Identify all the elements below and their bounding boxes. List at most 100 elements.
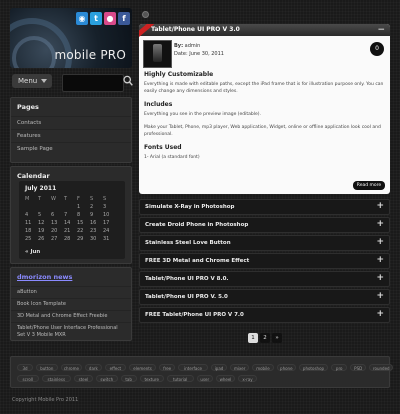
twitter-icon[interactable]: t xyxy=(90,12,102,25)
tag-link[interactable]: photoshop xyxy=(298,364,329,371)
tag-link[interactable]: mixer xyxy=(230,364,250,371)
tag-link[interactable]: wheel xyxy=(216,375,235,382)
accordion-item[interactable]: Stainless Steel Love Button + xyxy=(139,235,390,251)
page-2-button[interactable]: 2 xyxy=(260,333,270,343)
sidebar-item-contacts[interactable]: Contacts xyxy=(11,116,131,129)
expand-plus-icon[interactable]: + xyxy=(376,219,384,229)
tag-link[interactable]: ipad xyxy=(210,364,228,371)
expand-plus-icon[interactable]: + xyxy=(376,237,384,247)
tag-link[interactable]: scroll xyxy=(17,375,39,382)
calendar-day xyxy=(51,203,64,211)
search-icon[interactable] xyxy=(123,75,133,87)
accordion-title[interactable]: FREE Tablet/Phone UI PRO V 7.0 xyxy=(145,312,244,318)
accordion-item[interactable]: FREE 3D Metal and Chrome Effect + xyxy=(139,253,390,269)
calendar-day: 8 xyxy=(77,212,81,218)
calendar-day: 7 xyxy=(64,212,68,218)
tag-link[interactable]: chrome xyxy=(60,364,83,371)
rss-icon[interactable]: ◉ xyxy=(76,12,88,25)
tag-link[interactable]: dark xyxy=(85,364,102,371)
tag-link[interactable]: tutorial xyxy=(166,375,194,382)
post-header-bar[interactable]: Tablet/Phone UI PRO V 3.0 − xyxy=(139,24,390,39)
accordion-title[interactable]: Tablet/Phone UI PRO V. 5.0 xyxy=(145,294,228,300)
dribbble-icon[interactable]: ● xyxy=(104,12,116,25)
tag-link[interactable]: elements xyxy=(129,364,156,371)
read-more-button[interactable]: Read more xyxy=(353,181,385,190)
sidebar-item-sample-page[interactable]: Sample Page xyxy=(11,142,131,155)
calendar-prev-link[interactable]: « Jun xyxy=(25,249,40,255)
tag-link[interactable]: phone xyxy=(276,364,296,371)
menu-label: Menu xyxy=(18,77,38,85)
calendar-day: 9 xyxy=(90,212,94,218)
calendar-day: 16 xyxy=(90,220,97,226)
calendar-weekday: S xyxy=(103,196,107,202)
site-header: ◉ t ● f mobile PRO xyxy=(10,8,132,68)
accordion-title[interactable]: Simulate X-Ray in Photoshop xyxy=(145,204,234,210)
calendar-day: 14 xyxy=(64,220,71,226)
news-item[interactable]: Book Icon Template xyxy=(11,298,131,310)
tag-link[interactable]: stainless xyxy=(41,375,71,382)
calendar-day xyxy=(25,203,38,211)
calendar-day: 23 xyxy=(90,228,97,234)
calendar-day: 30 xyxy=(90,236,97,242)
expand-plus-icon[interactable]: + xyxy=(376,273,384,283)
tag-link[interactable]: switch xyxy=(96,375,118,382)
author-label: By: xyxy=(174,43,184,49)
search-input[interactable] xyxy=(62,74,124,92)
facebook-icon[interactable]: f xyxy=(118,12,130,25)
news-item[interactable]: Tablet/Phone User Interface Professional… xyxy=(11,322,131,341)
news-item[interactable]: aButton xyxy=(11,286,131,298)
tag-link[interactable]: tab xyxy=(120,375,137,382)
accordion-item[interactable]: Tablet/Phone UI PRO V 8.0. + xyxy=(139,271,390,287)
accordion-title[interactable]: Stainless Steel Love Button xyxy=(145,240,231,246)
calendar-day: 25 xyxy=(25,236,32,242)
news-item[interactable]: 3D Metal and Chrome Effect Freebie xyxy=(11,310,131,322)
accordion-item[interactable]: Tablet/Phone UI PRO V. 5.0 + xyxy=(139,289,390,305)
tag-link[interactable]: rounded xyxy=(369,364,394,371)
sidebar-item-features[interactable]: Features xyxy=(11,129,131,142)
tag-link[interactable]: mobile xyxy=(252,364,274,371)
tag-link[interactable]: texture xyxy=(139,375,164,382)
tag-link[interactable]: button xyxy=(36,364,58,371)
calendar-day: 12 xyxy=(38,220,45,226)
expand-plus-icon[interactable]: + xyxy=(376,291,384,301)
tag-link[interactable]: 3d xyxy=(17,364,33,371)
calendar-day: 15 xyxy=(77,220,84,226)
tag-link[interactable]: interface xyxy=(178,364,208,371)
next-page-button[interactable]: » xyxy=(272,333,282,343)
post-title[interactable]: Tablet/Phone UI PRO V 3.0 xyxy=(151,26,240,33)
accordion-title[interactable]: FREE 3D Metal and Chrome Effect xyxy=(145,258,249,264)
calendar-day: 11 xyxy=(25,220,32,226)
tag-link[interactable]: pro xyxy=(331,364,348,371)
tag-link[interactable]: steel xyxy=(74,375,93,382)
menu-dropdown-button[interactable]: Menu xyxy=(12,74,52,88)
accordion-item[interactable]: Create Droid Phone in Photoshop + xyxy=(139,217,390,233)
collapse-icon[interactable]: − xyxy=(377,24,385,36)
tag-link[interactable]: x-ray xyxy=(238,375,257,382)
calendar-weekday: F xyxy=(77,196,80,202)
calendar-day: 29 xyxy=(77,236,84,242)
page-1-button[interactable]: 1 xyxy=(248,333,258,343)
expand-plus-icon[interactable]: + xyxy=(376,309,384,319)
accordion-item[interactable]: FREE Tablet/Phone UI PRO V 7.0 + xyxy=(139,307,390,323)
chevron-down-icon xyxy=(41,79,47,83)
post-author[interactable]: admin xyxy=(185,43,201,49)
comment-count-badge[interactable]: 0 xyxy=(370,42,384,56)
tag-link[interactable]: PSD xyxy=(350,364,367,371)
tag-link[interactable]: effect xyxy=(104,364,127,371)
site-logo-text[interactable]: mobile PRO xyxy=(54,48,126,62)
post-heading: Includes xyxy=(144,101,173,108)
post-meta: By: admin Date: June 30, 2011 xyxy=(174,42,224,58)
accordion-item[interactable]: Simulate X-Ray in Photoshop + xyxy=(139,199,390,215)
calendar-day: 31 xyxy=(103,236,110,242)
calendar-day: 10 xyxy=(103,212,110,218)
news-title[interactable]: dmorizon news xyxy=(11,268,131,286)
accordion-title[interactable]: Tablet/Phone UI PRO V 8.0. xyxy=(145,276,229,282)
expand-plus-icon[interactable]: + xyxy=(376,201,384,211)
calendar-day: 24 xyxy=(103,228,110,234)
tag-link[interactable]: user xyxy=(196,375,213,382)
calendar-table: MTWTFSS 1 2 3 4 5 6 7 8 9 10 11 12 13 14 15 16 17 18 19 20 2… xyxy=(25,195,116,243)
expand-plus-icon[interactable]: + xyxy=(376,255,384,265)
accordion-title[interactable]: Create Droid Phone in Photoshop xyxy=(145,222,248,228)
post-thumbnail[interactable] xyxy=(143,40,172,68)
tag-link[interactable]: free xyxy=(159,364,176,371)
